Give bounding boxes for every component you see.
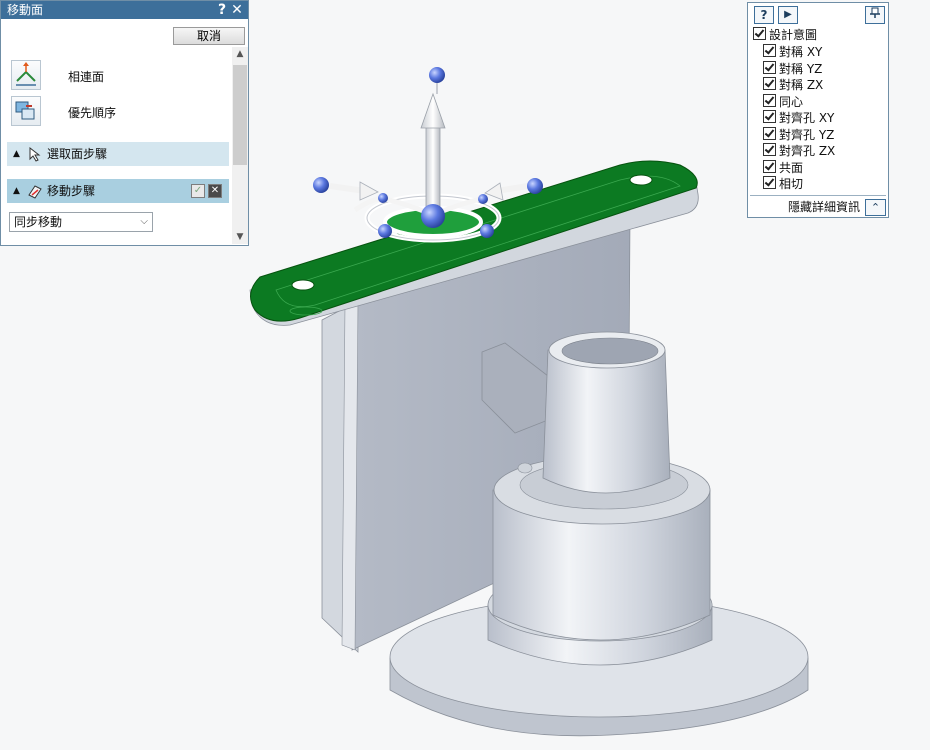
relation-label: 對齊孔 ZX — [779, 144, 836, 158]
checkbox[interactable] — [763, 77, 776, 90]
checkbox[interactable] — [763, 61, 776, 74]
move-step-label: 移動步驟 — [47, 184, 96, 198]
relation-symmetric-xy[interactable]: 對稱 XY — [763, 44, 822, 60]
checkbox[interactable] — [763, 44, 776, 57]
connected-faces-label[interactable]: 相連面 — [68, 68, 104, 85]
checkbox[interactable] — [763, 110, 776, 123]
checkbox[interactable] — [763, 143, 776, 156]
relation-coplanar[interactable]: 共面 — [763, 160, 803, 176]
checkbox[interactable] — [763, 176, 776, 189]
checkbox[interactable] — [753, 27, 766, 40]
relation-label: 對稱 ZX — [779, 78, 824, 92]
pin-icon[interactable] — [865, 6, 885, 24]
relation-concentric[interactable]: 同心 — [763, 94, 803, 110]
close-icon[interactable]: ✕ — [230, 1, 244, 19]
checkbox[interactable] — [763, 160, 776, 173]
expand-triangle-icon[interactable]: ▲ — [13, 179, 20, 203]
collapse-up-icon[interactable]: ⌃ — [865, 199, 886, 216]
relations-panel: ? ▶ 設計意圖 對稱 XY 對稱 YZ 對稱 ZX 同心 對齊孔 XY 對齊孔… — [747, 2, 889, 218]
move-face-title-bar: 移動面 ? ✕ — [1, 1, 248, 19]
select-face-step[interactable]: ▲ 選取面步驟 — [7, 142, 229, 166]
relation-label: 對稱 YZ — [779, 62, 823, 76]
scroll-down-icon[interactable]: ▼ — [232, 230, 248, 244]
relation-aligned-holes-xy[interactable]: 對齊孔 XY — [763, 110, 834, 126]
relation-aligned-holes-zx[interactable]: 對齊孔 ZX — [763, 143, 835, 159]
checkbox[interactable] — [763, 94, 776, 107]
play-icon[interactable]: ▶ — [778, 6, 798, 24]
relation-label: 設計意圖 — [769, 28, 818, 42]
relation-label: 共面 — [779, 161, 804, 175]
relation-label: 同心 — [779, 95, 804, 109]
help-icon[interactable]: ? — [754, 6, 774, 24]
relation-label: 相切 — [779, 177, 804, 191]
move-step-icon — [28, 185, 42, 199]
panel-title: 移動面 — [7, 3, 44, 17]
hide-details-label[interactable]: 隱藏詳細資訊 — [788, 200, 860, 214]
select-face-step-label: 選取面步驟 — [47, 147, 108, 161]
divider — [750, 195, 886, 196]
scroll-up-icon[interactable]: ▲ — [232, 47, 248, 61]
connected-faces-icon[interactable] — [11, 60, 41, 90]
vertical-scrollbar[interactable]: ▲ ▼ — [232, 47, 248, 244]
accept-check-icon[interactable]: ✓ — [191, 184, 205, 198]
chevron-down-icon[interactable]: ⌵ — [140, 213, 148, 231]
priority-order-icon[interactable] — [11, 96, 41, 126]
cancel-button[interactable]: 取消 — [173, 27, 245, 45]
move-face-panel: 移動面 ? ✕ 取消 相連面 優先順序 ▲ 選取面步驟 ▲ 移動步驟 ✓ ✕ 同… — [0, 0, 249, 246]
checkbox[interactable] — [763, 127, 776, 140]
expand-triangle-icon[interactable]: ▲ — [13, 142, 20, 166]
relation-symmetric-yz[interactable]: 對稱 YZ — [763, 61, 822, 77]
move-step[interactable]: ▲ 移動步驟 ✓ ✕ — [7, 179, 229, 203]
relation-label: 對齊孔 XY — [779, 111, 835, 125]
reject-x-icon[interactable]: ✕ — [208, 184, 222, 198]
relation-aligned-holes-yz[interactable]: 對齊孔 YZ — [763, 127, 834, 143]
priority-order-label[interactable]: 優先順序 — [68, 104, 116, 121]
relation-symmetric-zx[interactable]: 對稱 ZX — [763, 77, 823, 93]
relation-label: 對齊孔 YZ — [779, 128, 835, 142]
relation-tangent[interactable]: 相切 — [763, 176, 803, 192]
select-face-step-icon — [29, 146, 41, 162]
help-icon[interactable]: ? — [215, 1, 229, 19]
relation-label: 對稱 XY — [779, 45, 823, 59]
move-mode-value: 同步移動 — [14, 215, 63, 229]
move-mode-dropdown[interactable]: 同步移動 ⌵ — [9, 212, 153, 232]
scrollbar-thumb[interactable] — [233, 65, 247, 165]
relation-design-intent[interactable]: 設計意圖 — [753, 27, 817, 43]
